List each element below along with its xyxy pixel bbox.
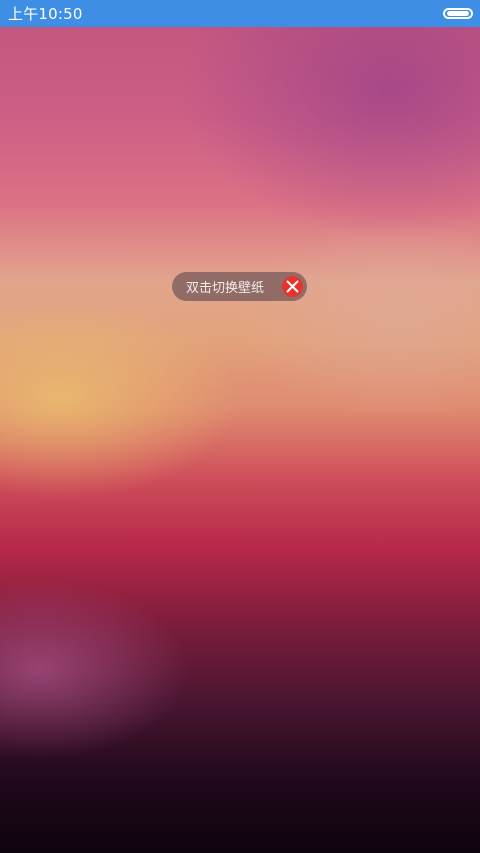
close-icon-glyph [286, 280, 299, 293]
wallpaper-hint-toast: 双击切换壁纸 [172, 272, 307, 301]
status-bar: 上午10:50 [0, 0, 480, 27]
wallpaper-glow [240, 220, 480, 420]
wallpaper-screen[interactable]: 上午10:50 双击切换壁纸 [0, 0, 480, 853]
status-time: 上午10:50 [8, 5, 83, 23]
wallpaper-glow [0, 300, 240, 500]
wallpaper-glow [180, 0, 480, 240]
toast-message: 双击切换壁纸 [186, 281, 265, 296]
battery-icon [443, 8, 473, 19]
wallpaper-glow [0, 580, 190, 760]
close-icon[interactable] [282, 276, 303, 297]
battery-level-fill [447, 11, 469, 16]
